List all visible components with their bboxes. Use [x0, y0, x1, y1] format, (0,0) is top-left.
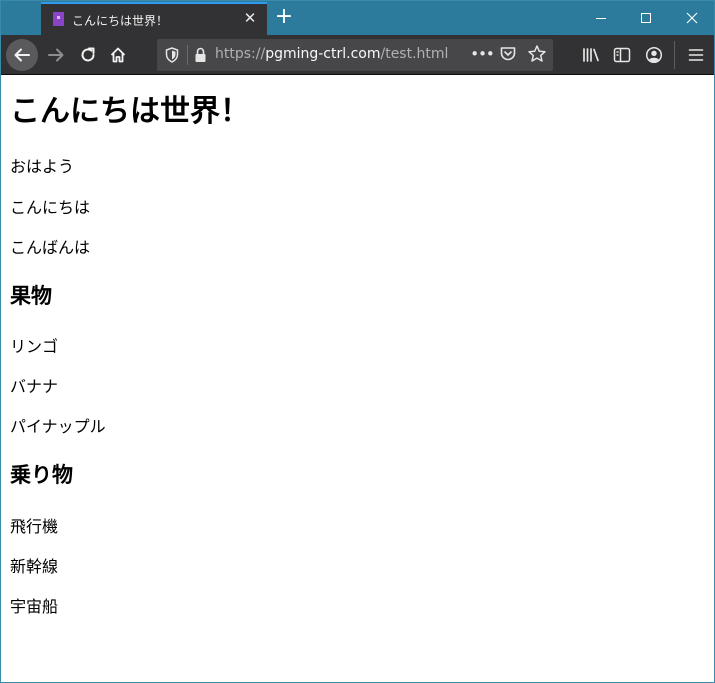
- urlbar-separator: [187, 45, 188, 65]
- home-button[interactable]: [102, 39, 134, 71]
- hamburger-menu-icon: [688, 49, 704, 61]
- greeting-item: こんばんは: [10, 238, 91, 257]
- maximize-icon: [641, 13, 651, 23]
- app-menu-button[interactable]: [684, 43, 708, 67]
- close-window-button[interactable]: [669, 1, 714, 35]
- library-button[interactable]: [579, 43, 603, 67]
- close-icon: [686, 12, 698, 24]
- url-path: /test.html: [380, 46, 449, 62]
- fruit-item: リンゴ: [10, 337, 59, 356]
- fruit-item: バナナ: [10, 377, 59, 396]
- maximize-button[interactable]: [623, 1, 669, 35]
- bookmark-star-icon[interactable]: [527, 44, 547, 64]
- home-icon: [110, 47, 126, 63]
- library-icon: [583, 48, 599, 62]
- page-content: こんにちは世界！ おはよう こんにちは こんばんは 果物 リンゴ バナナ パイナ…: [1, 76, 714, 682]
- site-favicon-icon: [53, 12, 64, 26]
- vehicle-item: 新幹線: [10, 557, 59, 576]
- vehicle-item: 宇宙船: [10, 597, 59, 616]
- url-host: pgming-ctrl.com: [265, 46, 381, 62]
- new-tab-button[interactable]: +: [273, 6, 295, 28]
- lock-icon[interactable]: [194, 47, 207, 63]
- tracking-shield-icon[interactable]: [165, 47, 179, 63]
- sidebar-button[interactable]: [610, 43, 634, 67]
- fruit-item: パイナップル: [10, 417, 106, 436]
- address-bar[interactable]: https://pgming-ctrl.com/test.html •••: [157, 39, 553, 71]
- url-scheme: https://: [215, 46, 266, 62]
- tab-active[interactable]: こんにちは世界！ ✕: [41, 2, 267, 35]
- tab-title: こんにちは世界！: [72, 14, 169, 28]
- account-icon: [645, 46, 663, 64]
- page-actions-icon[interactable]: •••: [470, 43, 495, 67]
- arrow-left-icon: [14, 48, 30, 62]
- vehicles-heading: 乗り物: [10, 463, 73, 487]
- url-text[interactable]: https://pgming-ctrl.com/test.html: [215, 46, 448, 62]
- fruits-heading: 果物: [10, 284, 52, 308]
- minimize-button[interactable]: [578, 1, 624, 35]
- back-button[interactable]: [6, 39, 38, 71]
- account-button[interactable]: [642, 43, 666, 67]
- greeting-item: おはよう: [10, 157, 75, 176]
- tab-close-icon[interactable]: ✕: [241, 9, 259, 27]
- page-heading: こんにちは世界！: [10, 94, 250, 129]
- reload-button[interactable]: [72, 39, 104, 71]
- navigation-toolbar: https://pgming-ctrl.com/test.html •••: [1, 35, 714, 75]
- minimize-icon: [596, 18, 606, 19]
- toolbar-separator: [674, 41, 675, 69]
- reload-icon: [81, 47, 95, 62]
- arrow-right-icon: [48, 48, 64, 62]
- pocket-icon[interactable]: [499, 45, 517, 63]
- sidebar-icon: [613, 47, 631, 63]
- browser-window: こんにちは世界！ ✕ + https://pgming-ctrl.com/tes…: [0, 0, 715, 683]
- title-bar: こんにちは世界！ ✕ +: [1, 1, 714, 35]
- vehicle-item: 飛行機: [10, 517, 59, 536]
- forward-button[interactable]: [40, 39, 72, 71]
- greeting-item: こんにちは: [10, 198, 91, 217]
